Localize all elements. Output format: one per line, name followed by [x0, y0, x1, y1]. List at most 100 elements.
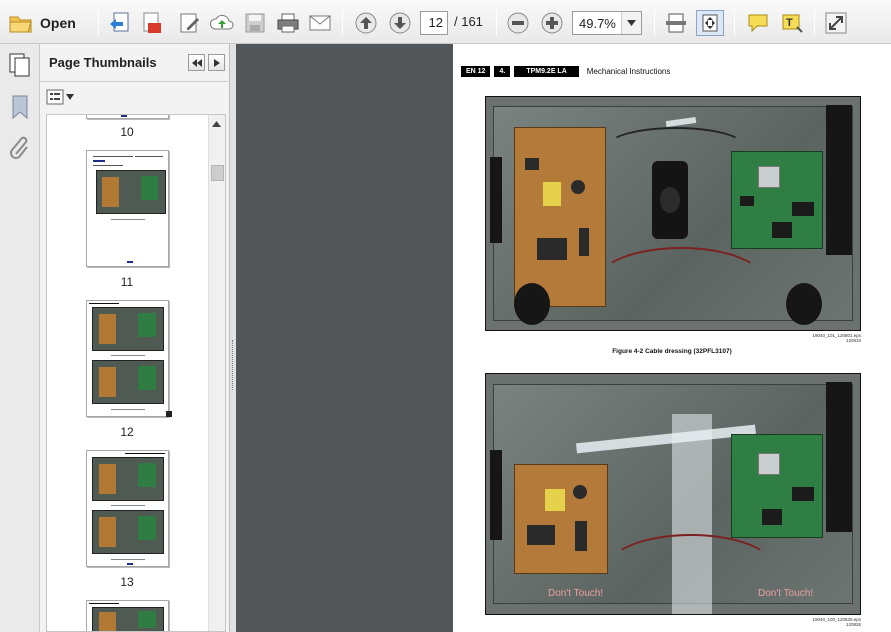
save-pages-button[interactable]: [106, 10, 134, 36]
chevron-right-icon: [213, 58, 220, 67]
print-button[interactable]: [274, 10, 302, 36]
figure-1-caption: Figure 4-2 Cable dressing (32PFL3107): [612, 348, 732, 355]
thumbnail-page-14[interactable]: [86, 600, 169, 631]
chevron-down-icon: [627, 20, 636, 26]
thumbnail-label: 13: [120, 575, 134, 589]
zoom-out-button[interactable]: [504, 10, 532, 36]
pages-icon: [9, 53, 30, 77]
open-folder-icon: [9, 16, 32, 33]
print-icon: [277, 13, 299, 33]
figure-2-date: 120826: [845, 622, 861, 627]
section-tag: 4.: [494, 66, 511, 77]
page-header: EN 12 4. TPM9.2E LA Mechanical Instructi…: [461, 66, 670, 77]
comment-icon: [748, 14, 768, 33]
right-bracket: [826, 382, 852, 532]
collapse-panel-button[interactable]: [188, 54, 205, 71]
thumbnail-caption-line: [111, 219, 145, 220]
left-bracket: [490, 450, 502, 540]
zoom-dropdown-button[interactable]: [621, 12, 641, 34]
thumbnails-list[interactable]: 10 11 12 13: [46, 114, 226, 632]
toolbar-separator: [98, 8, 99, 36]
thumbnail-label: 12: [120, 425, 134, 439]
email-button[interactable]: [306, 10, 334, 36]
figure-1-photo: [485, 96, 861, 331]
page-tag: EN 12: [461, 66, 491, 77]
expand-icon: [825, 12, 847, 34]
thumbnail-photo: [92, 307, 164, 351]
toolbar-separator: [342, 8, 343, 36]
panel-header: Page Thumbnails: [40, 44, 230, 82]
thumbnail-page-10[interactable]: [86, 115, 169, 119]
thumbnails-scrollbar[interactable]: [208, 115, 225, 631]
zoom-value: 49.7%: [579, 16, 616, 31]
edit-pdf-button[interactable]: [176, 10, 204, 36]
save-icon: [245, 13, 265, 33]
figure-1-date: 120810: [845, 338, 861, 343]
thumbnail-text-line: [125, 453, 165, 454]
thumbnail-photo: [92, 510, 164, 554]
navigation-rail: [0, 44, 40, 632]
thumbnail-label: 11: [120, 275, 134, 289]
thumbnail-options-button[interactable]: [46, 89, 74, 105]
paperclip-icon: [10, 136, 28, 159]
create-pdf-button[interactable]: [138, 10, 166, 36]
left-speaker: [514, 283, 550, 325]
previous-page-button[interactable]: [352, 10, 380, 36]
warning-label-left: Don't Touch!: [548, 588, 604, 599]
thumbnail-text-line: [89, 303, 119, 304]
model-tag: TPM9.2E LA: [514, 66, 579, 77]
thumbnail-page-12[interactable]: [86, 300, 169, 417]
page-up-icon: [355, 12, 377, 34]
splitter-grip: [232, 340, 234, 390]
open-button[interactable]: Open: [8, 10, 84, 36]
zoom-select[interactable]: 49.7%: [572, 11, 642, 35]
thumbnail-link-mark: [93, 160, 105, 162]
page-down-icon: [389, 12, 411, 34]
current-page-marker: [166, 411, 172, 417]
thumbnail-caption-line: [111, 505, 145, 506]
cable-harness: [606, 534, 776, 604]
figure-2-photo: Don't Touch! Don't Touch!: [485, 373, 861, 615]
thumbnail-mark: [127, 261, 133, 263]
left-bracket: [490, 157, 502, 243]
thumbnail-page-11[interactable]: [86, 150, 169, 267]
scrollbar-thumb[interactable]: [211, 165, 224, 181]
page-number-input[interactable]: 12: [420, 11, 448, 35]
edit-pdf-icon: [180, 13, 199, 33]
zoom-in-button[interactable]: [538, 10, 566, 36]
highlight-text-button[interactable]: T: [778, 10, 806, 36]
document-view[interactable]: EN 12 4. TPM9.2E LA Mechanical Instructi…: [236, 44, 891, 632]
figure-1-reference: 19040_101_120801.eps 120810: [812, 333, 861, 343]
power-supply-board: [514, 127, 606, 307]
page-thumbnails-tab[interactable]: [8, 52, 32, 81]
expand-button[interactable]: [822, 10, 850, 36]
panel-title: Page Thumbnails: [49, 55, 157, 70]
cloud-upload-button[interactable]: [208, 10, 236, 36]
thumbnail-text-line: [89, 603, 119, 604]
email-icon: [309, 15, 331, 31]
right-bracket: [826, 105, 852, 255]
thumbnail-page-13[interactable]: [86, 450, 169, 567]
figure-2-reference: 19040_100_120830.eps 120826: [812, 617, 861, 627]
thumbnail-photo: [96, 170, 166, 214]
main-board: [731, 151, 823, 249]
open-label: Open: [40, 15, 76, 31]
zoom-out-icon: [507, 12, 529, 34]
page-total: / 161: [454, 14, 483, 29]
fit-width-button[interactable]: [696, 10, 724, 36]
bookmark-icon: [12, 95, 28, 120]
thumbnail-caption-line: [111, 559, 145, 560]
main-toolbar: Open 12 / 161 49.7% T: [0, 0, 891, 44]
fit-page-button[interactable]: [662, 10, 690, 36]
thumbnail-label: 10: [120, 125, 134, 139]
next-panel-button[interactable]: [208, 54, 225, 71]
thumbnail-mark: [127, 563, 133, 565]
next-page-button[interactable]: [386, 10, 414, 36]
save-button[interactable]: [242, 10, 268, 36]
chevron-down-icon: [66, 94, 74, 100]
scroll-up-button[interactable]: [212, 119, 221, 129]
attachments-tab[interactable]: [8, 134, 32, 163]
thumbnail-text-line: [93, 156, 133, 157]
comment-button[interactable]: [744, 10, 772, 36]
bookmarks-tab[interactable]: [8, 94, 32, 123]
